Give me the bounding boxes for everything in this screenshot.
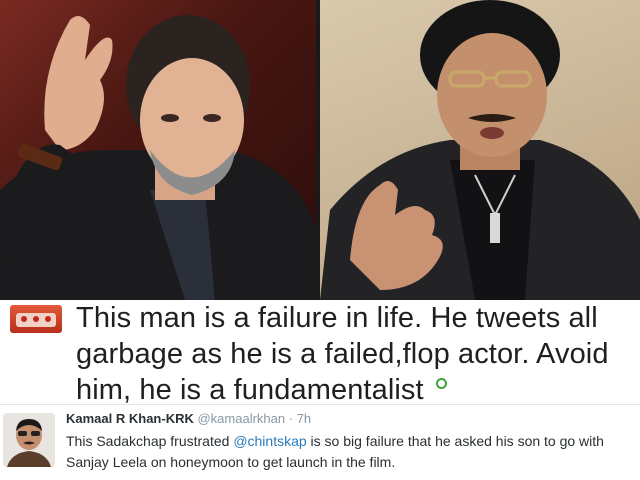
photo-left: [0, 0, 316, 300]
tweet-reply-header: Kamaal R Khan-KRK @kamaalrkhan · 7h: [66, 411, 311, 427]
photo-collage: [0, 0, 640, 300]
author-handle[interactable]: @kamaalrkhan: [197, 411, 285, 426]
tweet-main-body: This man is a failure in life. He tweets…: [76, 302, 609, 406]
tweet-main-avatar[interactable]: [10, 305, 62, 333]
tweet-reply-text: This Sadakchap frustrated @chintskap is …: [66, 431, 634, 473]
tweet-reply-text-before: This Sadakchap frustrated: [66, 433, 234, 449]
meta-separator: ·: [288, 411, 294, 426]
author-name[interactable]: Kamaal R Khan-KRK: [66, 411, 194, 426]
online-status-icon: [435, 378, 447, 389]
tweet-main-text: This man is a failure in life. He tweets…: [76, 300, 636, 408]
tweet-reply-avatar[interactable]: [3, 413, 55, 467]
mention-link[interactable]: @chintskap: [233, 433, 306, 449]
tweet-main: This man is a failure in life. He tweets…: [0, 300, 640, 406]
tweet-reply: Kamaal R Khan-KRK @kamaalrkhan · 7h This…: [0, 405, 640, 480]
photo-right: [320, 0, 640, 300]
tweet-timestamp[interactable]: 7h: [297, 411, 311, 426]
